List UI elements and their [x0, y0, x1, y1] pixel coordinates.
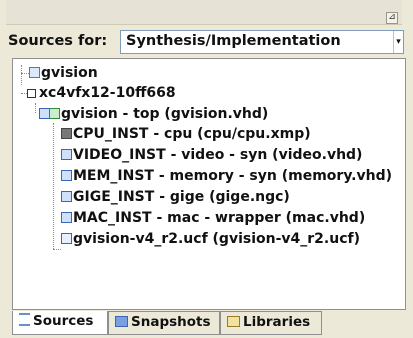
tree-item-label: gvision-v4_r2.ucf (gvision-v4_r2.ucf) [73, 231, 360, 247]
vhd-file-icon [61, 212, 72, 223]
ngc-file-icon [61, 191, 72, 202]
vhd-file-icon [61, 170, 72, 181]
tree-item-label: gvision - top (gvision.vhd) [61, 106, 269, 122]
tree-item-child[interactable]: VIDEO_INST - video - syn (video.vhd) [61, 145, 362, 165]
chevron-down-icon[interactable]: ▾ [393, 31, 403, 53]
tree-item-child[interactable]: CPU_INST - cpu (cpu/cpu.xmp) [61, 124, 311, 144]
tree-item-label: VIDEO_INST - video - syn (video.vhd) [73, 147, 363, 163]
tree-item-device[interactable]: xc4vfx12-10ff668 [27, 83, 176, 103]
project-icon [29, 67, 40, 78]
tree-item-label: xc4vfx12-10ff668 [39, 85, 176, 101]
snapshots-tab-icon [115, 316, 128, 327]
tree-item-child[interactable]: MAC_INST - mac - wrapper (mac.vhd) [61, 208, 365, 228]
tab-label: Snapshots [131, 314, 211, 330]
sources-for-dropdown[interactable]: Synthesis/Implementation ▾ [120, 30, 404, 54]
tree-line [35, 103, 36, 113]
ucf-file-icon [61, 233, 72, 244]
tab-label: Sources [33, 313, 94, 329]
tab-label: Libraries [243, 314, 311, 330]
vhd-file-icon [61, 149, 72, 160]
tree-item-label: MAC_INST - mac - wrapper (mac.vhd) [73, 210, 366, 226]
panel-header-strip: ⊿ [6, 0, 402, 25]
sources-for-row: Sources for: Synthesis/Implementation ▾ [8, 30, 408, 56]
libraries-tab-icon [227, 316, 240, 327]
top-module-icon [49, 108, 60, 119]
tree-item-label: gvision [41, 65, 98, 81]
sources-panel: ⊿ Sources for: Synthesis/Implementation … [0, 0, 413, 338]
source-tree: gvision xc4vfx12-10ff668 gvision - top (… [12, 58, 406, 310]
tree-line [53, 123, 54, 249]
tab-libraries[interactable]: Libraries [220, 311, 322, 335]
tree-item-child[interactable]: gvision-v4_r2.ucf (gvision-v4_r2.ucf) [61, 229, 360, 249]
tree-item-label: GIGE_INST - gige (gige.ngc) [73, 189, 290, 205]
xmp-file-icon [61, 128, 72, 139]
tree-line [21, 65, 22, 85]
tree-line [21, 73, 29, 74]
tab-sources[interactable]: Sources [12, 311, 108, 335]
tab-snapshots[interactable]: Snapshots [108, 311, 220, 335]
tree-item-child[interactable]: MEM_INST - memory - syn (memory.vhd) [61, 166, 392, 186]
tree-item-child[interactable]: GIGE_INST - gige (gige.ngc) [61, 187, 290, 207]
sources-for-label: Sources for: [8, 33, 108, 49]
sources-tab-icon [19, 313, 30, 326]
resize-corner-icon[interactable]: ⊿ [386, 12, 398, 24]
sources-for-value: Synthesis/Implementation [126, 33, 341, 49]
tree-item-top[interactable]: gvision - top (gvision.vhd) [39, 104, 268, 124]
device-icon [27, 89, 36, 98]
tree-line [53, 249, 61, 250]
tree-item-label: MEM_INST - memory - syn (memory.vhd) [73, 168, 392, 184]
tree-item-project[interactable]: gvision [29, 63, 98, 83]
tree-item-label: CPU_INST - cpu (cpu/cpu.xmp) [73, 126, 311, 142]
